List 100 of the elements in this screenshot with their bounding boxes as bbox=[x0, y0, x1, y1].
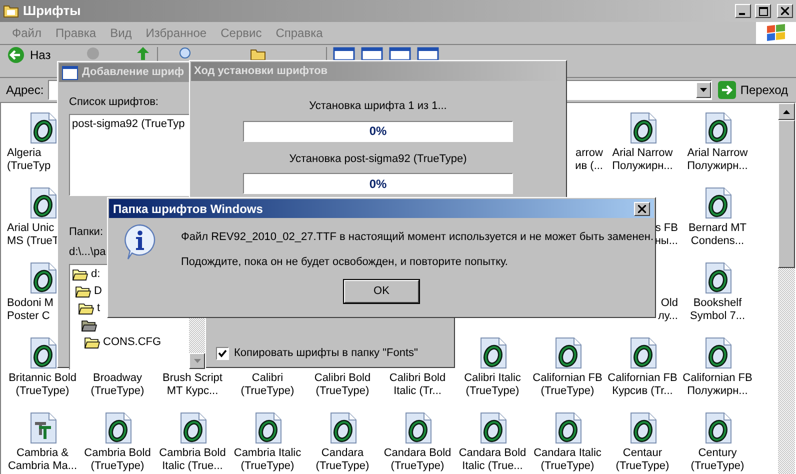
opentype-font-icon[interactable] bbox=[628, 412, 658, 444]
tree-item[interactable]: D bbox=[93, 284, 103, 298]
view-icon[interactable] bbox=[416, 47, 439, 60]
close-icon bbox=[638, 204, 646, 212]
font-file-label: Candara Italic (TrueType) bbox=[534, 447, 602, 473]
opentype-font-icon[interactable] bbox=[552, 412, 582, 444]
opentype-font-icon[interactable] bbox=[28, 187, 58, 219]
window-title: Добавление шриф bbox=[82, 65, 184, 80]
font-file-label: Candara Bold (TrueType) bbox=[384, 447, 452, 473]
info-icon bbox=[123, 224, 157, 260]
opentype-font-icon[interactable] bbox=[702, 337, 732, 369]
progress-reading: 0% bbox=[368, 123, 388, 140]
folder-icon bbox=[72, 268, 88, 280]
font-file-label: Calibri Bold (TrueType) bbox=[314, 372, 371, 398]
ok-button[interactable]: OK bbox=[344, 280, 419, 303]
scroll-down-button[interactable] bbox=[189, 352, 205, 368]
progress-reading: 0% bbox=[368, 176, 388, 192]
opentype-font-icon[interactable] bbox=[628, 112, 658, 144]
font-file-label: Centaur (TrueType) bbox=[616, 447, 670, 473]
font-file-label: Calibri Bold Italic (Tr... bbox=[389, 372, 446, 398]
font-file-label: Cambria Bold Italic (True... bbox=[159, 447, 226, 473]
folder-icon bbox=[3, 4, 19, 18]
font-file-label: Algeria (TrueTyp bbox=[7, 147, 51, 173]
caret-up-icon bbox=[783, 110, 790, 114]
font-file-label: Arial Narrow Полужирн... bbox=[612, 147, 673, 173]
opentype-font-icon[interactable] bbox=[702, 112, 732, 144]
font-file-label: Candara Bold Italic (True... bbox=[458, 447, 526, 473]
opentype-font-icon[interactable] bbox=[552, 337, 582, 369]
window-title: Шрифты bbox=[23, 2, 81, 20]
font-file-label: arrow ив (... bbox=[575, 147, 603, 173]
progress-caption: Установка шрифта 1 из 1... bbox=[309, 99, 447, 114]
tree-item[interactable]: t bbox=[96, 302, 102, 314]
folder-icon bbox=[75, 284, 91, 298]
opentype-font-icon[interactable] bbox=[28, 112, 58, 144]
font-file-label: Calibri (TrueType) bbox=[240, 372, 294, 398]
font-file-label: Cambria Bold (TrueType) bbox=[84, 447, 151, 473]
back-button[interactable]: Наз bbox=[6, 47, 51, 63]
opentype-font-icon[interactable] bbox=[28, 337, 58, 369]
font-file-label: Arial Narrow Полужирн... bbox=[687, 147, 748, 173]
opentype-font-icon[interactable] bbox=[702, 262, 732, 294]
font-file-label: Brush Script MT Курс... bbox=[162, 372, 222, 398]
font-file-label: Calibri Italic (TrueType) bbox=[464, 372, 521, 398]
folder-path: d:\...\pa bbox=[69, 245, 106, 260]
opentype-font-icon[interactable] bbox=[328, 412, 358, 444]
message-text: Файл REV92_2010_02_27.TTF в настоящий момент используется и не может быть заменен. bbox=[181, 230, 654, 244]
close-button[interactable] bbox=[777, 4, 793, 18]
opentype-font-icon[interactable] bbox=[178, 412, 208, 444]
font-file-label: Californian FB Полужирн... bbox=[682, 372, 752, 398]
close-icon bbox=[781, 7, 789, 15]
scroll-thumb[interactable] bbox=[778, 120, 795, 268]
window-icon bbox=[62, 66, 78, 80]
font-file-label: Old лу... bbox=[658, 297, 678, 323]
checkbox[interactable] bbox=[216, 346, 229, 360]
folder-icon bbox=[84, 336, 100, 348]
progress-caption: Установка post-sigma92 (TrueType) bbox=[289, 152, 467, 166]
tree-item[interactable]: d: bbox=[90, 268, 102, 280]
window-title: Папка шрифтов Windows bbox=[113, 200, 263, 218]
folder-icon bbox=[78, 302, 94, 314]
minimize-button[interactable] bbox=[735, 4, 751, 18]
folders-label: Папки: bbox=[69, 224, 103, 240]
caret-icon bbox=[700, 88, 708, 92]
caret-down-icon bbox=[194, 358, 200, 362]
windows-logo-icon bbox=[765, 24, 787, 42]
font-file-label: Broadway (TrueType) bbox=[90, 372, 144, 398]
opentype-font-icon[interactable] bbox=[478, 412, 508, 444]
opentype-font-icon[interactable] bbox=[102, 412, 132, 444]
opentype-font-icon[interactable] bbox=[402, 412, 432, 444]
scroll-up-button[interactable] bbox=[778, 103, 795, 120]
opentype-font-icon[interactable] bbox=[252, 412, 282, 444]
font-file-label: Bookshelf Symbol 7... bbox=[690, 297, 746, 323]
font-file-label: Bodoni M Poster C bbox=[7, 297, 54, 323]
view-icon[interactable] bbox=[332, 47, 355, 60]
opentype-font-icon[interactable] bbox=[702, 187, 732, 219]
maximize-icon bbox=[758, 6, 768, 16]
dropdown-button[interactable] bbox=[696, 82, 712, 98]
checkbox-label: Копировать шрифты в папку "Fonts" bbox=[234, 346, 418, 361]
check-icon bbox=[218, 348, 227, 358]
opentype-font-icon[interactable] bbox=[28, 262, 58, 294]
arrow-right-icon bbox=[718, 81, 736, 99]
font-file-label: Arial Unic MS (TrueT bbox=[7, 222, 60, 248]
close-button[interactable] bbox=[634, 202, 650, 216]
view-icon[interactable] bbox=[388, 47, 411, 60]
font-file-label: Californian FB Курсив (Tr... bbox=[608, 372, 678, 398]
font-file-label: Cambria & Cambria Ma... bbox=[8, 447, 78, 473]
opentype-font-icon[interactable] bbox=[702, 412, 732, 444]
font-file-label: Californian FB (TrueType) bbox=[532, 372, 602, 398]
address-label: Адрес: bbox=[6, 82, 44, 99]
truetype-font-icon[interactable] bbox=[28, 412, 58, 444]
font-file-label: Candara (TrueType) bbox=[316, 447, 370, 473]
go-button[interactable]: Переход bbox=[716, 81, 792, 99]
font-list-label: Список шрифтов: bbox=[69, 95, 158, 110]
view-icon[interactable] bbox=[360, 47, 383, 60]
opentype-font-icon[interactable] bbox=[628, 337, 658, 369]
opentype-font-icon[interactable] bbox=[478, 337, 508, 369]
font-file-label: Britannic Bold (TrueType) bbox=[8, 372, 76, 398]
folder-icon bbox=[81, 318, 97, 332]
tree-item[interactable]: CONS.CFG bbox=[102, 336, 162, 348]
font-file-label: Cambria Italic (TrueType) bbox=[234, 447, 302, 473]
maximize-button[interactable] bbox=[755, 4, 771, 18]
message-text: Подождите, пока он не будет освобожден, и повторите попытку. bbox=[181, 255, 509, 269]
